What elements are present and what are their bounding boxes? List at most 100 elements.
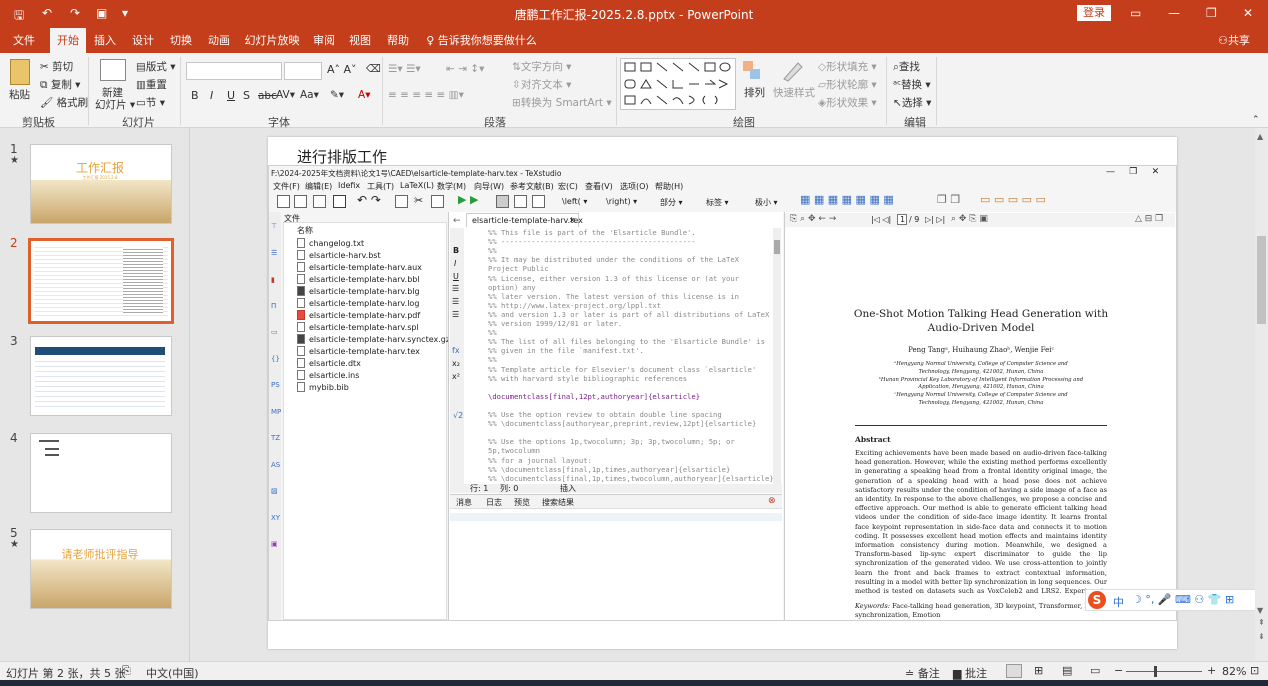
shape-outline-button[interactable]: ▱形状轮廓 ▾ <box>818 77 877 92</box>
collapse-ribbon-icon[interactable]: ⌃ <box>1252 115 1260 125</box>
ime-icons[interactable]: ☽ °, 🎤 ⌨ ⚇ 👕 ⊞ <box>1132 593 1234 606</box>
notes-button[interactable]: ≐ 备注 <box>905 665 940 681</box>
reading-view-icon[interactable]: ▤ <box>1062 664 1072 677</box>
bullets-icon[interactable]: ☰▾ ☰▾ <box>388 63 421 75</box>
quick-styles-icon[interactable] <box>780 59 806 83</box>
bold-button[interactable]: B <box>191 89 199 102</box>
paste-icon[interactable] <box>10 59 30 85</box>
share-button[interactable]: ⚇共享 <box>1214 28 1254 53</box>
tell-me-box[interactable]: ♀ 告诉我你想要做什么 <box>424 28 539 53</box>
ime-toolbar[interactable]: S 中 ☽ °, 🎤 ⌨ ⚇ 👕 ⊞ <box>1085 589 1268 611</box>
sqrt-icon: √2 <box>453 411 464 420</box>
slide-title[interactable]: 进行排版工作 <box>297 146 387 167</box>
code-line: %% License, either version 1.3 of this l… <box>488 273 739 283</box>
font-size-buttons[interactable]: A˄ A˅ <box>327 63 357 76</box>
layout-button[interactable]: ▤版式 ▾ <box>136 59 176 74</box>
tab-design[interactable]: 设计 <box>126 28 160 53</box>
font-size-input[interactable] <box>284 62 322 80</box>
language-indicator[interactable]: 中文(中国) <box>146 665 199 681</box>
convert-smartart-button[interactable]: ⊞转换为 SmartArt ▾ <box>512 95 612 110</box>
code-line: %% -------------------------------------… <box>488 237 696 247</box>
section-button[interactable]: ▭节 ▾ <box>136 95 165 110</box>
format-tools-icons: ▭ ▭ ▭ ▭ ▭ <box>980 193 1046 206</box>
shadow-button[interactable]: S <box>243 89 250 102</box>
format-painter-button[interactable]: 🖌 格式刷 <box>40 95 88 110</box>
zoom-level[interactable]: 82% <box>1222 665 1246 678</box>
tab-home[interactable]: 开始 <box>50 28 86 53</box>
slide-thumbnail-2[interactable] <box>28 238 174 324</box>
prev-slide-icon[interactable]: ⇞ <box>1258 618 1265 627</box>
tab-animations[interactable]: 动画 <box>202 28 236 53</box>
align-text-button[interactable]: ⇳对齐文本 ▾ <box>512 77 571 92</box>
italic-button[interactable]: I <box>210 89 213 102</box>
paste-button[interactable]: 粘贴 <box>9 87 30 102</box>
scroll-thumb[interactable] <box>1257 236 1266 324</box>
sogou-logo-icon[interactable]: S <box>1088 591 1106 609</box>
strikethrough-button[interactable]: abc <box>258 90 277 102</box>
spellcheck-icon[interactable]: ⎘ <box>122 664 131 678</box>
tab-help[interactable]: 帮助 <box>382 28 414 53</box>
slide-thumbnail-1[interactable]: 工作汇报 工作汇报 2025.2.8 <box>30 144 172 224</box>
zoom-in-icon[interactable]: + <box>1207 664 1216 677</box>
arrange-button[interactable]: 排列 <box>744 85 765 100</box>
code-line: %% The list of all files belonging to th… <box>488 337 765 347</box>
font-color-button[interactable]: A▾ <box>358 89 370 101</box>
highlight-icon[interactable]: ✎▾ <box>330 89 344 101</box>
tex-window-controls: — ❐ ✕ <box>1106 167 1160 177</box>
slide-thumbnail-3[interactable] <box>30 336 172 416</box>
tab-review[interactable]: 审阅 <box>308 28 340 53</box>
code-line: \documentclass[final,12pt,authoryear]{el… <box>488 391 701 401</box>
zoom-slider-thumb[interactable] <box>1154 666 1157 677</box>
ime-lang[interactable]: 中 <box>1113 594 1124 610</box>
copy-button[interactable]: ⧉ 复制 ▾ <box>40 77 80 92</box>
restore-icon[interactable]: ❐ <box>1206 6 1217 20</box>
tab-slideshow[interactable]: 幻灯片放映 <box>242 28 302 53</box>
vertical-scrollbar[interactable]: ▲ ▼ ⇞ ⇟ <box>1255 128 1268 661</box>
slideshow-icon[interactable]: ▭ <box>1090 664 1100 677</box>
file-list-item: elsarticle-template-harv.tex <box>297 346 420 356</box>
shape-fill-button[interactable]: ◇形状填充 ▾ <box>818 59 877 74</box>
normal-view-icon[interactable] <box>1006 664 1022 678</box>
select-button[interactable]: ↖选择 ▾ <box>893 95 931 110</box>
tab-view[interactable]: 视图 <box>344 28 376 53</box>
find-button[interactable]: ⌕查找 <box>893 59 920 74</box>
shapes-gallery[interactable] <box>620 58 736 110</box>
underline-button[interactable]: U <box>227 89 235 102</box>
next-slide-icon[interactable]: ⇟ <box>1258 632 1265 641</box>
new-slide-dropdown[interactable]: 幻灯片 ▾ <box>95 97 135 112</box>
minimize-icon[interactable]: — <box>1168 6 1180 20</box>
slide-thumbnail-5[interactable]: 请老师批评指导 <box>30 529 172 609</box>
char-spacing-button[interactable]: AV▾ <box>276 89 295 101</box>
login-button[interactable]: 登录 <box>1077 5 1111 21</box>
zoom-slider[interactable] <box>1126 671 1202 672</box>
align-icons[interactable]: ≡ ≡ ≡ ≡ ≡ ▥▾ <box>388 89 464 101</box>
ribbon-display-icon[interactable]: ▭ <box>1130 6 1141 20</box>
thumb-title: 请老师批评指导 <box>61 548 139 561</box>
reset-button[interactable]: ▥重置 <box>136 77 167 92</box>
font-name-input[interactable] <box>186 62 282 80</box>
text-direction-button[interactable]: ⇅文字方向 ▾ <box>512 59 571 74</box>
slide-thumbnail-4[interactable] <box>30 433 172 513</box>
new-slide-icon[interactable] <box>100 59 126 81</box>
quick-styles-button[interactable]: 快速样式 <box>773 85 815 100</box>
arrange-icon[interactable] <box>742 59 762 83</box>
tab-insert[interactable]: 插入 <box>88 28 122 53</box>
indent-icon[interactable]: ⇤ ⇥ ↕▾ <box>446 63 484 75</box>
tab-transitions[interactable]: 切换 <box>164 28 198 53</box>
clear-format-icon[interactable]: ⌫ <box>366 63 381 75</box>
comments-button[interactable]: ▆ 批注 <box>953 665 987 681</box>
shape-effects-button[interactable]: ◈形状效果 ▾ <box>818 95 877 110</box>
tab-file[interactable]: 文件 <box>4 28 44 53</box>
replace-button[interactable]: ᵃᶜ替换 ▾ <box>893 77 931 92</box>
fit-slide-icon[interactable]: ⊡ <box>1250 664 1259 677</box>
slide-number: 5 <box>10 526 18 540</box>
change-case-button[interactable]: Aa▾ <box>300 89 319 101</box>
cut-button[interactable]: ✂ 剪切 <box>40 59 73 74</box>
zoom-out-icon[interactable]: − <box>1114 664 1123 677</box>
thumb-line <box>45 454 59 456</box>
close-icon[interactable]: ✕ <box>1243 6 1253 20</box>
tex-menu-wizard: 向导(W) <box>474 182 505 191</box>
scroll-down-icon[interactable]: ▼ <box>1257 606 1263 615</box>
slide-sorter-icon[interactable]: ⊞ <box>1034 664 1043 677</box>
scroll-up-icon[interactable]: ▲ <box>1257 132 1263 141</box>
